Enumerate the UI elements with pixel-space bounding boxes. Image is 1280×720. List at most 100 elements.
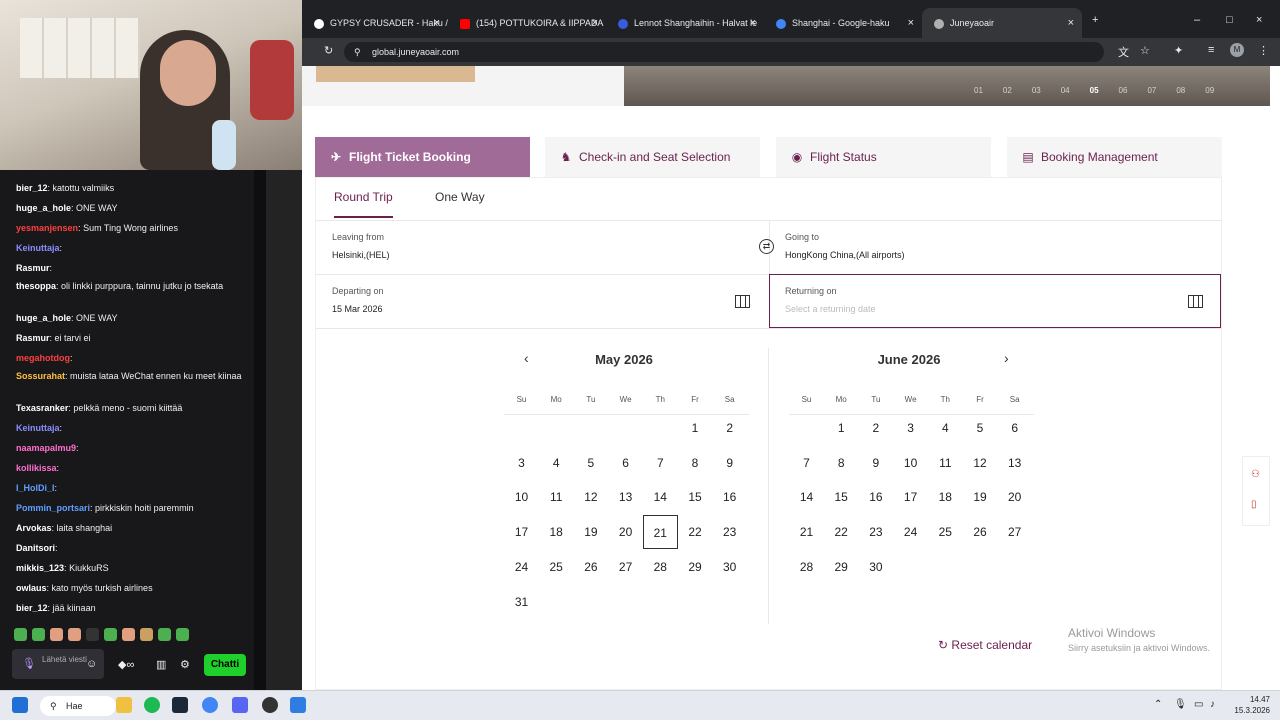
carousel-dot[interactable]: 07: [1147, 86, 1156, 95]
browser-tab-active[interactable]: Juneyaoair ×: [922, 8, 1082, 38]
carousel-dot[interactable]: 04: [1061, 86, 1070, 95]
store-icon[interactable]: ▥: [156, 658, 166, 671]
calendar-day[interactable]: 22: [824, 515, 859, 549]
volume-icon[interactable]: ♪: [1210, 699, 1215, 710]
returning-field[interactable]: Returning on Select a returning date: [769, 274, 1221, 328]
system-clock[interactable]: 14.47 15.3.2026: [1234, 694, 1270, 716]
chat-username[interactable]: megahotdog: [16, 353, 70, 363]
calendar-day[interactable]: 15: [678, 480, 713, 514]
calendar-day[interactable]: 8: [824, 446, 859, 480]
calendar-day[interactable]: 24: [893, 515, 928, 549]
profile-avatar[interactable]: M: [1230, 43, 1244, 57]
calendar-day[interactable]: 28: [643, 550, 678, 584]
browser-tab[interactable]: Lennot Shanghaihin - Halvat le ×: [606, 8, 764, 38]
close-icon[interactable]: ×: [908, 8, 914, 38]
reset-calendar-button[interactable]: ↻ Reset calendar: [938, 638, 1032, 652]
chrome-icon[interactable]: [202, 697, 218, 713]
calendar-day[interactable]: 1: [678, 411, 713, 445]
chat-username[interactable]: Rasmur: [16, 263, 50, 273]
calendar-day[interactable]: 29: [678, 550, 713, 584]
calendar-day[interactable]: 5: [963, 411, 998, 445]
calendar-day[interactable]: 9: [712, 446, 747, 480]
calendar-day[interactable]: 7: [789, 446, 824, 480]
calendar-day[interactable]: 30: [858, 550, 893, 584]
close-icon[interactable]: ×: [1068, 8, 1074, 38]
close-icon[interactable]: ×: [750, 8, 756, 38]
obs-icon[interactable]: [262, 697, 278, 713]
emote-icon[interactable]: [158, 628, 171, 641]
calendar-day[interactable]: 21: [789, 515, 824, 549]
calendar-day[interactable]: 30: [712, 550, 747, 584]
start-icon[interactable]: [12, 697, 28, 713]
hero-button[interactable]: [316, 66, 475, 82]
calendar-day[interactable]: 6: [608, 446, 643, 480]
calendar-day[interactable]: 7: [643, 446, 678, 480]
chat-username[interactable]: I_HolDi_I: [16, 483, 55, 493]
reload-icon[interactable]: ↻: [324, 44, 333, 57]
chat-username[interactable]: huge_a_hole: [16, 313, 71, 323]
bits-icon[interactable]: ◆∞: [118, 658, 134, 671]
network-icon[interactable]: ▭: [1194, 699, 1203, 710]
bookmark-star-icon[interactable]: ☆: [1140, 44, 1150, 57]
emote-icon[interactable]: [122, 628, 135, 641]
calendar-day[interactable]: 17: [504, 515, 539, 549]
tab-flight-status[interactable]: ◉ Flight Status: [776, 137, 991, 177]
minimize-icon[interactable]: –: [1194, 14, 1200, 26]
calendar-day[interactable]: 19: [963, 480, 998, 514]
calendar-day[interactable]: 18: [539, 515, 574, 549]
url-field[interactable]: ⚲ global.juneyaoair.com: [344, 42, 1104, 62]
chat-username[interactable]: Pommin_portsari: [16, 503, 90, 513]
calendar-icon[interactable]: [1188, 295, 1203, 308]
calendar-day[interactable]: 25: [539, 550, 574, 584]
calendar-day[interactable]: 3: [504, 446, 539, 480]
new-tab-icon[interactable]: +: [1092, 14, 1098, 26]
tray-chevron-icon[interactable]: ⌃: [1154, 699, 1162, 710]
chat-username[interactable]: naamapalmu9: [16, 443, 76, 453]
calendar-day[interactable]: 1: [824, 411, 859, 445]
calendar-day[interactable]: 4: [928, 411, 963, 445]
tab-flight-ticket-booking[interactable]: ✈ Flight Ticket Booking: [315, 137, 530, 177]
carousel-dot[interactable]: 05: [1090, 86, 1099, 95]
browser-tab[interactable]: GYPSY CRUSADER - Haku / X ×: [302, 8, 448, 38]
calendar-day[interactable]: 4: [539, 446, 574, 480]
swap-icon[interactable]: ⇄: [759, 239, 774, 254]
calendar-day[interactable]: 26: [963, 515, 998, 549]
calendar-day[interactable]: 16: [858, 480, 893, 514]
calendar-day[interactable]: 27: [608, 550, 643, 584]
calendar-day[interactable]: 11: [539, 480, 574, 514]
chat-username[interactable]: Keinuttaja: [16, 243, 60, 253]
chat-username[interactable]: Danitsori: [16, 543, 55, 553]
emote-icon[interactable]: [176, 628, 189, 641]
chat-username[interactable]: Texasranker: [16, 403, 68, 413]
carousel-dot[interactable]: 03: [1032, 86, 1041, 95]
user-icon[interactable]: ⚇: [1251, 469, 1263, 481]
emote-icon[interactable]: [68, 628, 81, 641]
phone-icon[interactable]: ▯: [1251, 499, 1263, 511]
chat-username[interactable]: owlaus: [16, 583, 47, 593]
calendar-day[interactable]: 10: [893, 446, 928, 480]
calendar-day[interactable]: 5: [573, 446, 608, 480]
close-icon[interactable]: ×: [592, 8, 598, 38]
one-way-tab[interactable]: One Way: [435, 190, 485, 204]
chat-username[interactable]: Arvokas: [16, 523, 52, 533]
emote-icon[interactable]: [32, 628, 45, 641]
chat-username[interactable]: thesoppa: [16, 281, 56, 291]
close-icon[interactable]: ×: [434, 8, 440, 38]
steam-icon[interactable]: [172, 697, 188, 713]
carousel-dot[interactable]: 06: [1119, 86, 1128, 95]
calendar-day[interactable]: 2: [712, 411, 747, 445]
chat-username[interactable]: Keinuttaja: [16, 423, 60, 433]
extensions-icon[interactable]: ✦: [1174, 44, 1183, 57]
calendar-day[interactable]: 18: [928, 480, 963, 514]
browser-tab[interactable]: Shanghai - Google-haku ×: [764, 8, 922, 38]
calendar-day[interactable]: 8: [678, 446, 713, 480]
emoji-icon[interactable]: ☺: [86, 658, 97, 670]
round-trip-tab[interactable]: Round Trip: [334, 190, 393, 218]
spotify-icon[interactable]: [144, 697, 160, 713]
discord-icon[interactable]: [232, 697, 248, 713]
carousel-dot[interactable]: 02: [1003, 86, 1012, 95]
carousel-dot[interactable]: 01: [974, 86, 983, 95]
calendar-day[interactable]: 21: [642, 515, 678, 550]
translate-icon[interactable]: 文: [1118, 44, 1129, 60]
site-info-icon[interactable]: ⚲: [354, 42, 361, 62]
